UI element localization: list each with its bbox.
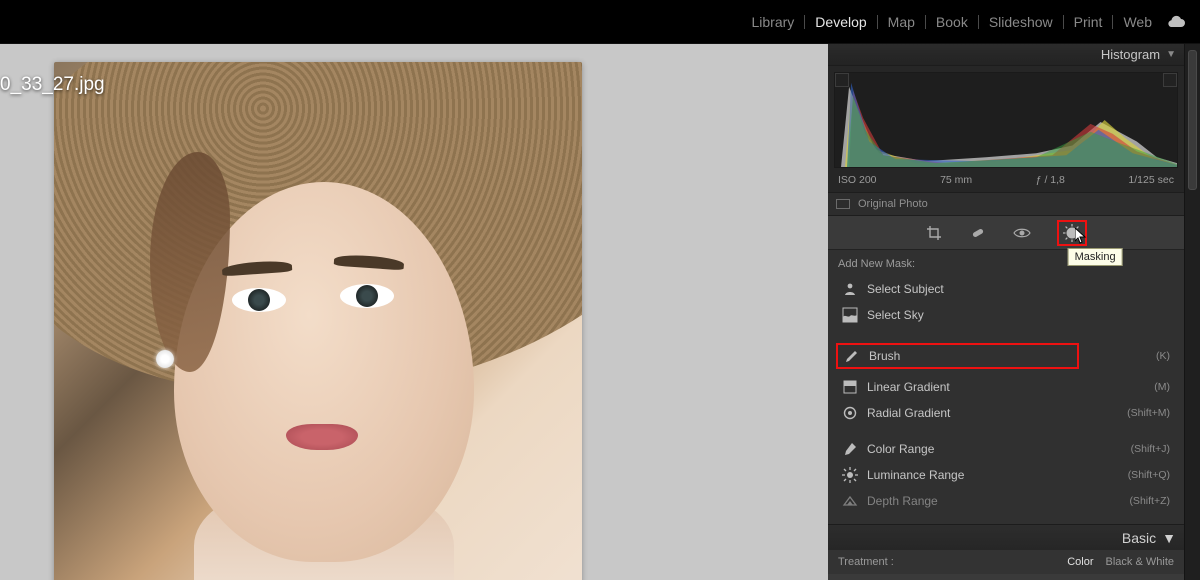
brush-icon (844, 348, 860, 364)
linear-icon (842, 379, 858, 395)
healing-tool[interactable] (969, 224, 987, 242)
exif-shutter: 1/125 sec (1128, 174, 1174, 186)
mask-label: Brush (869, 349, 1071, 363)
cloud-sync-icon[interactable] (1166, 15, 1186, 28)
module-map[interactable]: Map (888, 14, 915, 30)
depth-icon (842, 493, 858, 509)
mask-label: Linear Gradient (867, 380, 1145, 394)
crop-tool[interactable] (925, 224, 943, 242)
exif-aperture: ƒ / 1,8 (1036, 174, 1065, 186)
histogram-panel-header[interactable]: Histogram ▼ (828, 44, 1184, 66)
image-canvas[interactable]: 0_33_27.jpg (0, 44, 828, 580)
panel-scrollbar[interactable] (1184, 44, 1200, 580)
mask-label: Luminance Range (867, 468, 1119, 482)
treatment-label: Treatment : (838, 556, 894, 568)
histogram-title: Histogram (1101, 47, 1160, 62)
histogram-exif: ISO 200 75 mm ƒ / 1,8 1/125 sec (834, 168, 1178, 192)
redeye-tool[interactable] (1013, 224, 1031, 242)
mask-luminance[interactable]: Luminance Range (Shift+Q) (838, 462, 1174, 488)
histogram-panel: ISO 200 75 mm ƒ / 1,8 1/125 sec (828, 66, 1184, 192)
original-photo-label: Original Photo (858, 198, 928, 210)
module-slideshow[interactable]: Slideshow (989, 14, 1053, 30)
module-picker: Library Develop Map Book Slideshow Print Web (0, 0, 1200, 44)
mask-radial[interactable]: Radial Gradient (Shift+M) (838, 400, 1174, 426)
histogram-curves-icon (835, 73, 1177, 167)
basic-title: Basic (1122, 530, 1156, 546)
tool-strip: Masking (828, 216, 1184, 250)
exif-iso: ISO 200 (838, 174, 877, 186)
mask-depth: Depth Range (Shift+Z) (838, 488, 1174, 514)
treatment-color[interactable]: Color (1067, 556, 1093, 568)
scrollbar-thumb[interactable] (1188, 50, 1197, 190)
mask-shortcut: (Shift+Z) (1129, 495, 1170, 507)
module-web[interactable]: Web (1123, 14, 1152, 30)
treatment-bw[interactable]: Black & White (1106, 556, 1174, 568)
module-library[interactable]: Library (752, 14, 795, 30)
preview-photo (54, 62, 582, 580)
cursor-icon (1075, 228, 1087, 244)
mask-panel: Add New Mask: Select Subject Select Sky B… (828, 250, 1184, 524)
color-icon (842, 441, 858, 457)
masking-tool[interactable]: Masking (1057, 220, 1087, 246)
mask-linear[interactable]: Linear Gradient (M) (838, 374, 1174, 400)
mask-shortcut: (Shift+Q) (1128, 469, 1170, 481)
module-book[interactable]: Book (936, 14, 968, 30)
right-panel: Histogram ▼ (828, 44, 1200, 580)
mask-color[interactable]: Color Range (Shift+J) (838, 436, 1174, 462)
module-print[interactable]: Print (1074, 14, 1103, 30)
original-photo-toggle[interactable]: Original Photo (828, 192, 1184, 216)
exif-focal: 75 mm (940, 174, 972, 186)
original-photo-icon (836, 199, 850, 209)
mask-label: Radial Gradient (867, 406, 1118, 420)
mask-label: Select Subject (867, 282, 1161, 296)
module-develop[interactable]: Develop (815, 14, 866, 30)
mask-sky[interactable]: Select Sky (838, 302, 1174, 328)
mask-label: Select Sky (867, 308, 1161, 322)
filename-overlay: 0_33_27.jpg (0, 74, 105, 96)
mask-subject[interactable]: Select Subject (838, 276, 1174, 302)
collapse-icon: ▼ (1162, 530, 1176, 546)
basic-panel-header[interactable]: Basic ▼ (828, 524, 1184, 550)
mask-shortcut: (Shift+J) (1131, 443, 1170, 455)
radial-icon (842, 405, 858, 421)
collapse-icon: ▼ (1166, 49, 1176, 60)
mask-shortcut: (K) (1156, 350, 1170, 362)
mask-shortcut: (M) (1154, 381, 1170, 393)
sky-icon (842, 307, 858, 323)
mask-label: Depth Range (867, 494, 1120, 508)
mask-heading: Add New Mask: (838, 258, 1174, 270)
mask-shortcut: (Shift+M) (1127, 407, 1170, 419)
subject-icon (842, 281, 858, 297)
basic-panel: Treatment : Color Black & White (828, 550, 1184, 574)
luminance-icon (842, 467, 858, 483)
mask-label: Color Range (867, 442, 1122, 456)
masking-tooltip: Masking (1068, 248, 1123, 266)
histogram-chart[interactable] (834, 72, 1178, 168)
mask-brush[interactable]: Brush (K) (838, 338, 1174, 374)
